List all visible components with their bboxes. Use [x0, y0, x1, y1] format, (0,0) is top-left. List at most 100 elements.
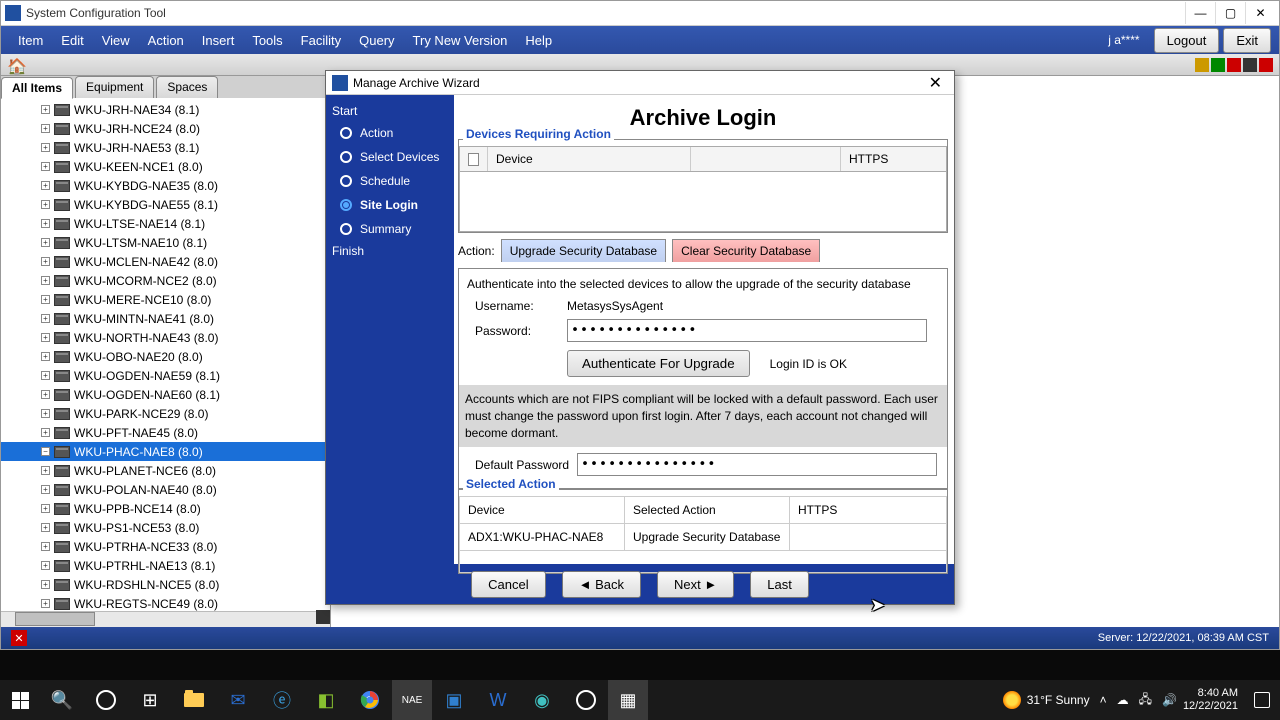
sct-icon[interactable]: ▦ — [608, 680, 648, 720]
cancel-button[interactable]: Cancel — [471, 571, 545, 598]
tree-item[interactable]: +WKU-MERE-NCE10 (8.0) — [1, 290, 330, 309]
word-icon[interactable]: W — [476, 680, 520, 720]
expand-icon[interactable]: + — [41, 371, 50, 380]
tree-item[interactable]: +WKU-OGDEN-NAE60 (8.1) — [1, 385, 330, 404]
tree-item[interactable]: +WKU-PS1-NCE53 (8.0) — [1, 518, 330, 537]
tree-item[interactable]: +WKU-JRH-NCE24 (8.0) — [1, 119, 330, 138]
wizard-step[interactable]: Select Devices — [332, 145, 454, 169]
select-all-checkbox[interactable] — [468, 153, 479, 166]
horizontal-scrollbar[interactable] — [1, 611, 330, 627]
expand-icon[interactable]: + — [41, 276, 50, 285]
menu-view[interactable]: View — [93, 33, 139, 48]
tree-item[interactable]: +WKU-PTRHL-NAE13 (8.1) — [1, 556, 330, 575]
wizard-close-button[interactable]: ✕ — [923, 73, 948, 93]
menu-try-new[interactable]: Try New Version — [404, 33, 517, 48]
exit-button[interactable]: Exit — [1223, 28, 1271, 53]
expand-icon[interactable]: + — [41, 162, 50, 171]
scrollbar-thumb[interactable] — [15, 612, 95, 626]
wizard-step[interactable]: Action — [332, 121, 454, 145]
expand-icon[interactable]: + — [41, 466, 50, 475]
table-row[interactable]: ADX1:WKU-PHAC-NAE8 Upgrade Security Data… — [460, 524, 947, 551]
menu-edit[interactable]: Edit — [52, 33, 92, 48]
tree-item[interactable]: +WKU-PPB-NCE14 (8.0) — [1, 499, 330, 518]
tree-item[interactable]: +WKU-PFT-NAE45 (8.0) — [1, 423, 330, 442]
next-button[interactable]: Next ► — [657, 571, 734, 598]
password-input[interactable] — [567, 319, 927, 342]
task-view-icon[interactable]: ⊞ — [128, 680, 172, 720]
tree-item[interactable]: +WKU-POLAN-NAE40 (8.0) — [1, 480, 330, 499]
default-password-input[interactable] — [577, 453, 937, 476]
expand-icon[interactable]: + — [41, 219, 50, 228]
expand-icon[interactable]: + — [41, 504, 50, 513]
alert-icon[interactable]: ✕ — [11, 630, 27, 646]
menu-insert[interactable]: Insert — [193, 33, 244, 48]
expand-icon[interactable]: + — [41, 295, 50, 304]
app-icon-1[interactable]: ◧ — [304, 680, 348, 720]
maximize-button[interactable]: ▢ — [1215, 2, 1245, 24]
menu-item[interactable]: Item — [9, 33, 52, 48]
tab-all-items[interactable]: All Items — [1, 77, 73, 99]
tree-item[interactable]: +WKU-JRH-NAE34 (8.1) — [1, 100, 330, 119]
menu-query[interactable]: Query — [350, 33, 403, 48]
expand-icon[interactable]: + — [41, 124, 50, 133]
close-button[interactable]: ✕ — [1245, 2, 1275, 24]
wizard-step[interactable]: Summary — [332, 217, 454, 241]
tray-volume-icon[interactable]: 🔊 — [1162, 693, 1177, 707]
toolbar-icon-5[interactable] — [1259, 58, 1273, 72]
expand-icon[interactable]: + — [41, 333, 50, 342]
notification-button[interactable] — [1244, 680, 1280, 720]
toolbar-icon-3[interactable] — [1227, 58, 1241, 72]
file-explorer-icon[interactable] — [172, 680, 216, 720]
toolbar-icon-4[interactable] — [1243, 58, 1257, 72]
action-tab-upgrade[interactable]: Upgrade Security Database — [501, 239, 666, 262]
tree-item[interactable]: +WKU-MINTN-NAE41 (8.0) — [1, 309, 330, 328]
wizard-step[interactable]: Schedule — [332, 169, 454, 193]
wizard-step[interactable]: Site Login — [332, 193, 454, 217]
outlook-icon[interactable]: ✉ — [216, 680, 260, 720]
tree-item[interactable]: +WKU-LTSM-NAE10 (8.1) — [1, 233, 330, 252]
action-tab-clear[interactable]: Clear Security Database — [672, 239, 820, 262]
tray-network-icon[interactable]: 🖧 — [1139, 690, 1152, 711]
edge-icon[interactable]: ◉ — [520, 680, 564, 720]
expand-icon[interactable]: − — [41, 447, 50, 456]
tray-cloud-icon[interactable]: ☁ — [1117, 693, 1129, 707]
tree-item[interactable]: +WKU-RDSHLN-NCE5 (8.0) — [1, 575, 330, 594]
chrome-icon[interactable] — [348, 680, 392, 720]
expand-icon[interactable]: + — [41, 181, 50, 190]
start-button[interactable] — [0, 680, 40, 720]
system-tray[interactable]: ˄ ☁ 🖧 🔊 — [1100, 690, 1177, 711]
tree-item[interactable]: +WKU-MCORM-NCE2 (8.0) — [1, 271, 330, 290]
toolbar-icon-1[interactable] — [1195, 58, 1209, 72]
authenticate-button[interactable]: Authenticate For Upgrade — [567, 350, 750, 377]
expand-icon[interactable]: + — [41, 599, 50, 608]
expand-icon[interactable]: + — [41, 409, 50, 418]
app-icon-2[interactable]: ▣ — [432, 680, 476, 720]
menu-tools[interactable]: Tools — [243, 33, 291, 48]
expand-icon[interactable]: + — [41, 352, 50, 361]
expand-icon[interactable]: + — [41, 485, 50, 494]
tab-equipment[interactable]: Equipment — [75, 76, 154, 98]
home-icon[interactable]: 🏠 — [7, 57, 23, 73]
back-button[interactable]: ◄ Back — [562, 571, 641, 598]
ie-icon[interactable]: ⓔ — [260, 680, 304, 720]
last-button[interactable]: Last — [750, 571, 809, 598]
tree-item[interactable]: +WKU-OBO-NAE20 (8.0) — [1, 347, 330, 366]
tree-item[interactable]: +WKU-MCLEN-NAE42 (8.0) — [1, 252, 330, 271]
tree-item[interactable]: +WKU-PTRHA-NCE33 (8.0) — [1, 537, 330, 556]
menu-action[interactable]: Action — [139, 33, 193, 48]
expand-icon[interactable]: + — [41, 238, 50, 247]
expand-icon[interactable]: + — [41, 105, 50, 114]
app-icon-3[interactable] — [564, 680, 608, 720]
expand-icon[interactable]: + — [41, 542, 50, 551]
nae-icon[interactable]: NAE — [392, 680, 432, 720]
expand-icon[interactable]: + — [41, 580, 50, 589]
expand-icon[interactable]: + — [41, 257, 50, 266]
menu-facility[interactable]: Facility — [292, 33, 350, 48]
tree-item[interactable]: +WKU-KEEN-NCE1 (8.0) — [1, 157, 330, 176]
tree-item[interactable]: +WKU-NORTH-NAE43 (8.0) — [1, 328, 330, 347]
tree-item[interactable]: +WKU-LTSE-NAE14 (8.1) — [1, 214, 330, 233]
expand-icon[interactable]: + — [41, 428, 50, 437]
tree-item[interactable]: +WKU-OGDEN-NAE59 (8.1) — [1, 366, 330, 385]
taskbar-clock[interactable]: 8:40 AM 12/22/2021 — [1183, 687, 1238, 713]
tray-up-icon[interactable]: ˄ — [1100, 693, 1107, 707]
